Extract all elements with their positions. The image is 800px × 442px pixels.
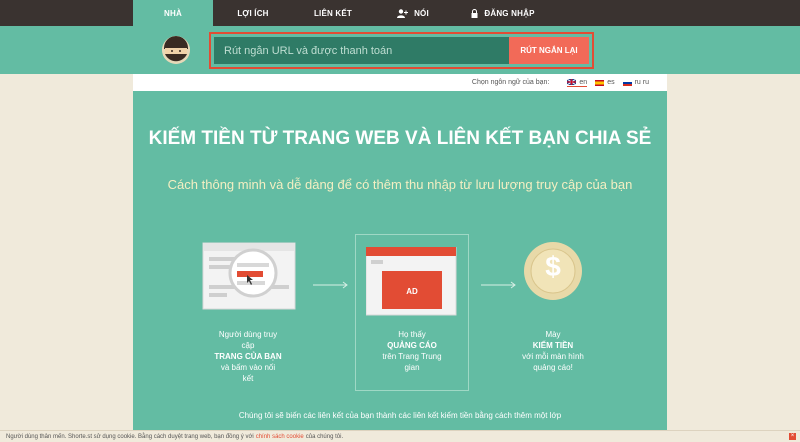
nav-item-benefits[interactable]: LỢI ÍCH xyxy=(213,0,293,26)
top-navigation: NHÀ LỢI ÍCH LIÊN KẾT NÓI ĐĂNG NHẬP xyxy=(0,0,800,26)
nav-menu: NHÀ LỢI ÍCH LIÊN KẾT NÓI ĐĂNG NHẬP xyxy=(133,0,667,26)
step-browse-illustration xyxy=(201,241,301,311)
bottom-description: Chúng tôi sẽ biến các liên kết của bạn t… xyxy=(238,411,562,420)
language-option-es[interactable]: es xyxy=(595,79,615,86)
nav-item-login[interactable]: ĐĂNG NHẬP xyxy=(453,0,553,26)
language-prompt: Chọn ngôn ngữ của bạn: xyxy=(471,79,550,86)
nav-item-label: ĐĂNG NHẬP xyxy=(484,8,535,18)
language-code: en xyxy=(579,78,588,86)
nav-item-label: NÓI xyxy=(414,8,429,18)
step-1-caption: Người dùng truy cập TRANG CỦA BẠN và bấm… xyxy=(206,329,290,384)
hero-subtitle: Cách thông minh và dễ dàng để có thêm th… xyxy=(167,177,633,192)
cookie-policy-link[interactable]: chính sách cookie xyxy=(256,434,304,440)
cookie-text-end: của chúng tôi. xyxy=(305,433,344,440)
caption-line: Người dùng truy xyxy=(218,330,278,339)
caption-line: Mày xyxy=(545,330,561,339)
ninja-logo[interactable] xyxy=(162,36,190,64)
arrow-right-icon xyxy=(481,276,517,294)
url-shortener-form: RÚT NGẮN LẠI xyxy=(209,32,594,69)
caption-line: kết xyxy=(242,374,254,383)
lock-icon xyxy=(471,8,478,18)
url-input[interactable] xyxy=(214,37,509,64)
language-option-ru[interactable]: ru ru xyxy=(622,79,649,86)
cookie-text: Người dùng thân mến. Shorte.st sử dụng c… xyxy=(6,433,254,440)
spain-flag-icon xyxy=(595,79,605,86)
dollar-icon: $ xyxy=(545,251,561,282)
nav-item-register[interactable]: NÓI xyxy=(373,0,453,26)
caption-line: gian xyxy=(404,363,420,372)
language-selector: Chọn ngôn ngữ của bạn: en es ru ru xyxy=(133,74,667,91)
nav-item-label: LỢI ÍCH xyxy=(237,8,269,18)
nav-item-home[interactable]: NHÀ xyxy=(133,0,213,26)
caption-line: và bấm vào nối xyxy=(220,363,276,372)
nav-item-label: NHÀ xyxy=(164,8,182,18)
nav-item-links[interactable]: LIÊN KẾT xyxy=(293,0,373,26)
hero-title: KIẾM TIỀN TỪ TRANG WEB VÀ LIÊN KẾT BẠN C… xyxy=(148,128,652,149)
step-3-caption: Mày KIẾM TIỀN với mỗi màn hình quảng cáo… xyxy=(511,329,595,373)
caption-line: với mỗi màn hình xyxy=(522,352,584,361)
caption-line: cập xyxy=(241,341,255,350)
arrow-right-icon xyxy=(313,276,349,294)
caption-emphasis: KIẾM TIỀN xyxy=(532,341,574,350)
ad-label: AD xyxy=(406,287,418,296)
uk-flag-icon xyxy=(567,78,577,86)
user-plus-icon xyxy=(397,8,409,18)
shorten-button[interactable]: RÚT NGẮN LẠI xyxy=(509,37,589,64)
ad-browser-illustration xyxy=(365,246,458,322)
hero-panel: KIẾM TIỀN TỪ TRANG WEB VÀ LIÊN KẾT BẠN C… xyxy=(133,91,667,442)
nav-item-label: LIÊN KẾT xyxy=(313,8,353,18)
russia-flag-icon xyxy=(622,79,632,86)
language-option-en[interactable]: en xyxy=(567,78,588,87)
cookie-notice: Người dùng thân mến. Shorte.st sử dụng c… xyxy=(0,430,800,442)
close-icon[interactable]: × xyxy=(789,433,796,440)
caption-line: quảng cáo! xyxy=(533,363,573,372)
caption-emphasis: QUẢNG CÁO xyxy=(387,341,437,350)
caption-line: Họ thấy xyxy=(398,330,426,339)
language-code: ru ru xyxy=(634,79,649,86)
language-code: es xyxy=(607,79,615,86)
caption-line: trên Trang Trung xyxy=(382,352,442,361)
caption-emphasis: TRANG CỦA BẠN xyxy=(214,352,282,361)
step-2-caption: Họ thấy QUẢNG CÁO trên Trang Trung gian xyxy=(371,329,453,373)
